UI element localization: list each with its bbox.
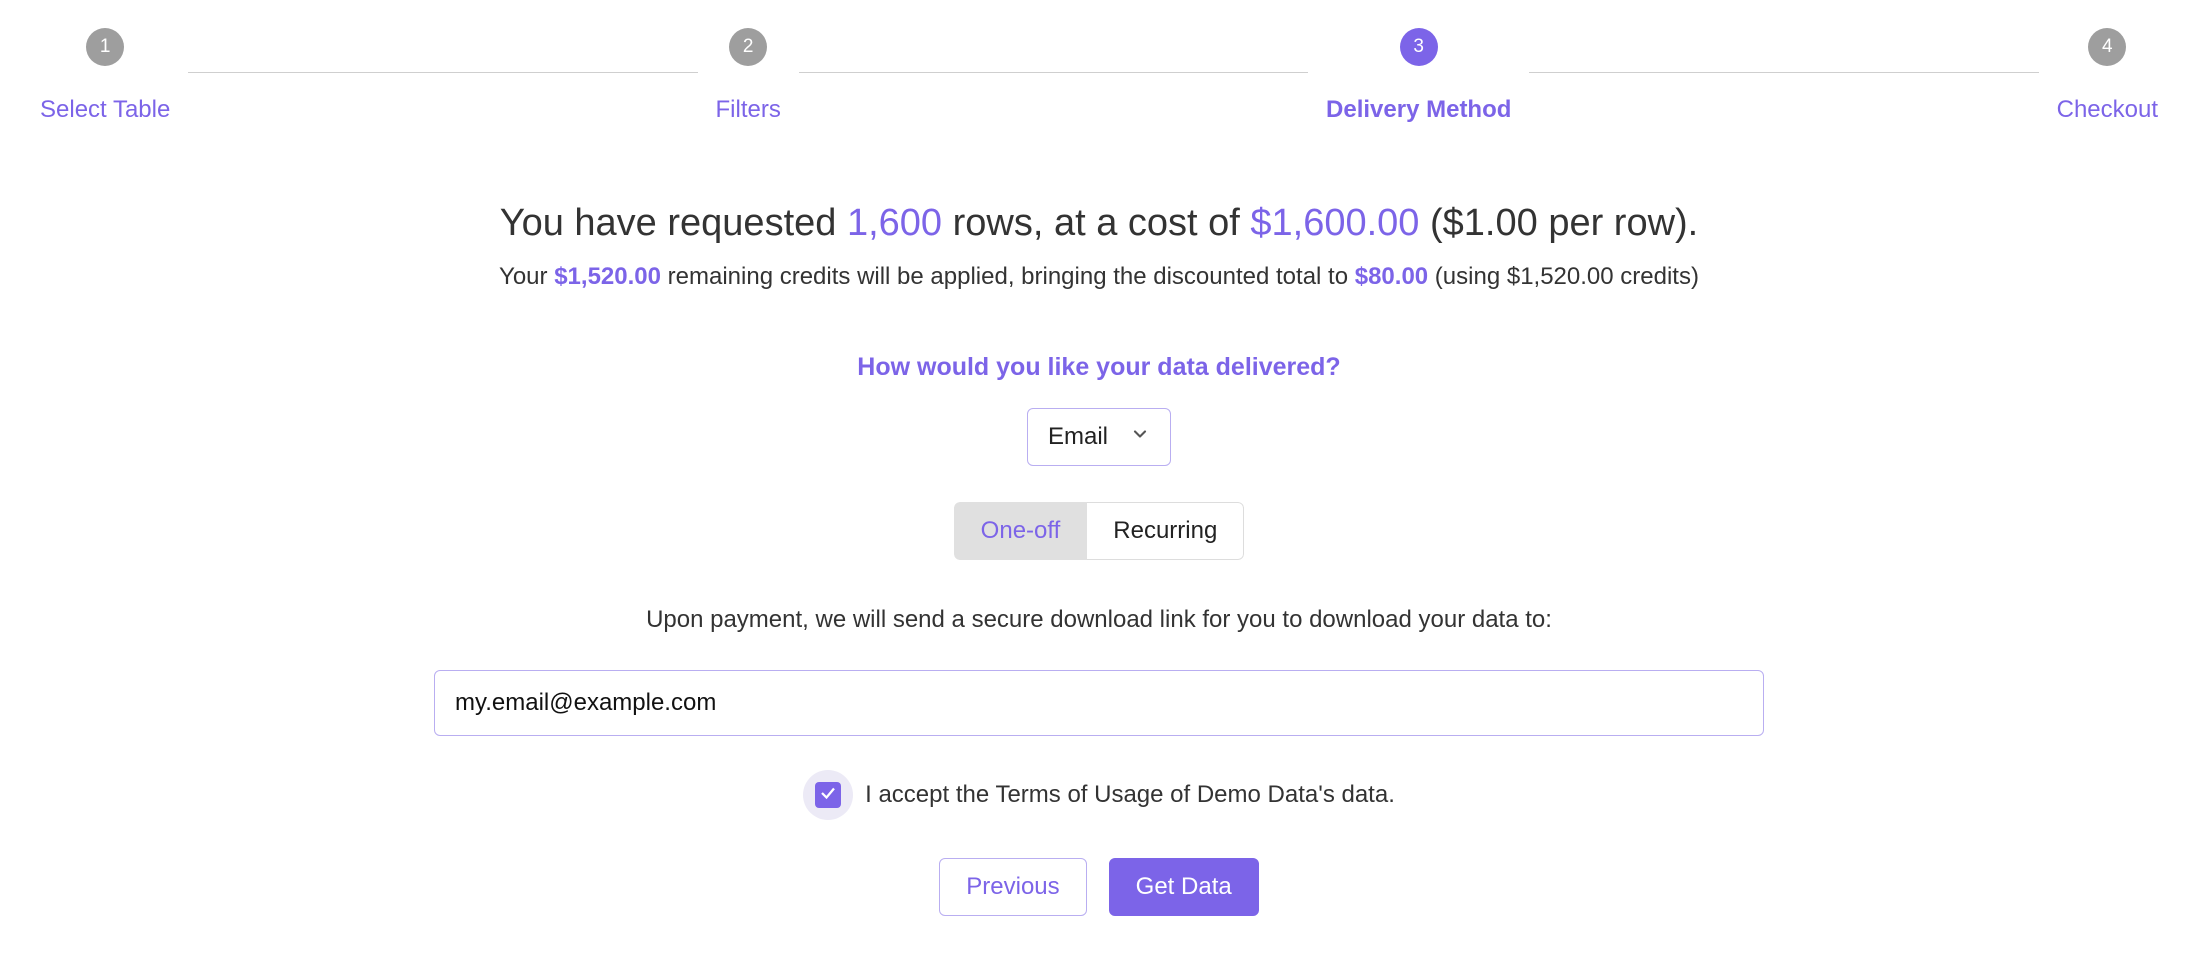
delivery-method-select[interactable]: Email — [1027, 408, 1171, 466]
chevron-down-icon — [1130, 423, 1150, 451]
delivery-description: Upon payment, we will send a secure down… — [40, 606, 2158, 634]
terms-checkbox-wrap — [803, 770, 853, 820]
nav-buttons: Previous Get Data — [40, 858, 2158, 916]
step-select-table[interactable]: 1 Select Table — [40, 28, 170, 124]
step-label: Delivery Method — [1326, 96, 1511, 124]
step-label: Checkout — [2057, 96, 2158, 124]
step-connector — [1529, 72, 2038, 73]
step-circle: 2 — [729, 28, 767, 66]
summary-discounted: $80.00 — [1355, 263, 1428, 290]
email-field[interactable] — [434, 670, 1764, 736]
terms-label: I accept the Terms of Usage of Demo Data… — [865, 781, 1395, 809]
delivery-question: How would you like your data delivered? — [40, 353, 2158, 382]
step-checkout[interactable]: 4 Checkout — [2057, 28, 2158, 124]
step-label: Filters — [716, 96, 781, 124]
step-circle: 1 — [86, 28, 124, 66]
stepper: 1 Select Table 2 Filters 3 Delivery Meth… — [40, 28, 2158, 124]
step-connector — [799, 72, 1308, 73]
tab-recurring[interactable]: Recurring — [1087, 502, 1244, 560]
summary-line2: Your $1,520.00 remaining credits will be… — [40, 263, 2158, 291]
step-label: Select Table — [40, 96, 170, 124]
summary-l2-suffix: (using $1,520.00 credits) — [1428, 263, 1699, 290]
check-icon — [819, 784, 837, 807]
step-delivery-method[interactable]: 3 Delivery Method — [1326, 28, 1511, 124]
summary: You have requested 1,600 rows, at a cost… — [40, 202, 2158, 291]
summary-rows: 1,600 — [847, 202, 942, 244]
step-connector — [188, 72, 697, 73]
terms-row: I accept the Terms of Usage of Demo Data… — [40, 770, 2158, 820]
select-value: Email — [1048, 423, 1108, 451]
get-data-button[interactable]: Get Data — [1109, 858, 1259, 916]
summary-l2-mid: remaining credits will be applied, bring… — [661, 263, 1355, 290]
summary-credit: $1,520.00 — [554, 263, 661, 290]
terms-checkbox[interactable] — [815, 782, 841, 808]
previous-button[interactable]: Previous — [939, 858, 1086, 916]
step-filters[interactable]: 2 Filters — [716, 28, 781, 124]
step-circle: 4 — [2088, 28, 2126, 66]
summary-cost: $1,600.00 — [1250, 202, 1419, 244]
step-circle: 3 — [1400, 28, 1438, 66]
summary-suffix: ($1.00 per row). — [1419, 202, 1698, 244]
summary-prefix: You have requested — [500, 202, 847, 244]
tab-one-off[interactable]: One-off — [954, 502, 1088, 560]
summary-l2-prefix: Your — [499, 263, 554, 290]
summary-mid1: rows, at a cost of — [942, 202, 1250, 244]
frequency-tabs: One-off Recurring — [40, 502, 2158, 560]
summary-line1: You have requested 1,600 rows, at a cost… — [40, 202, 2158, 245]
